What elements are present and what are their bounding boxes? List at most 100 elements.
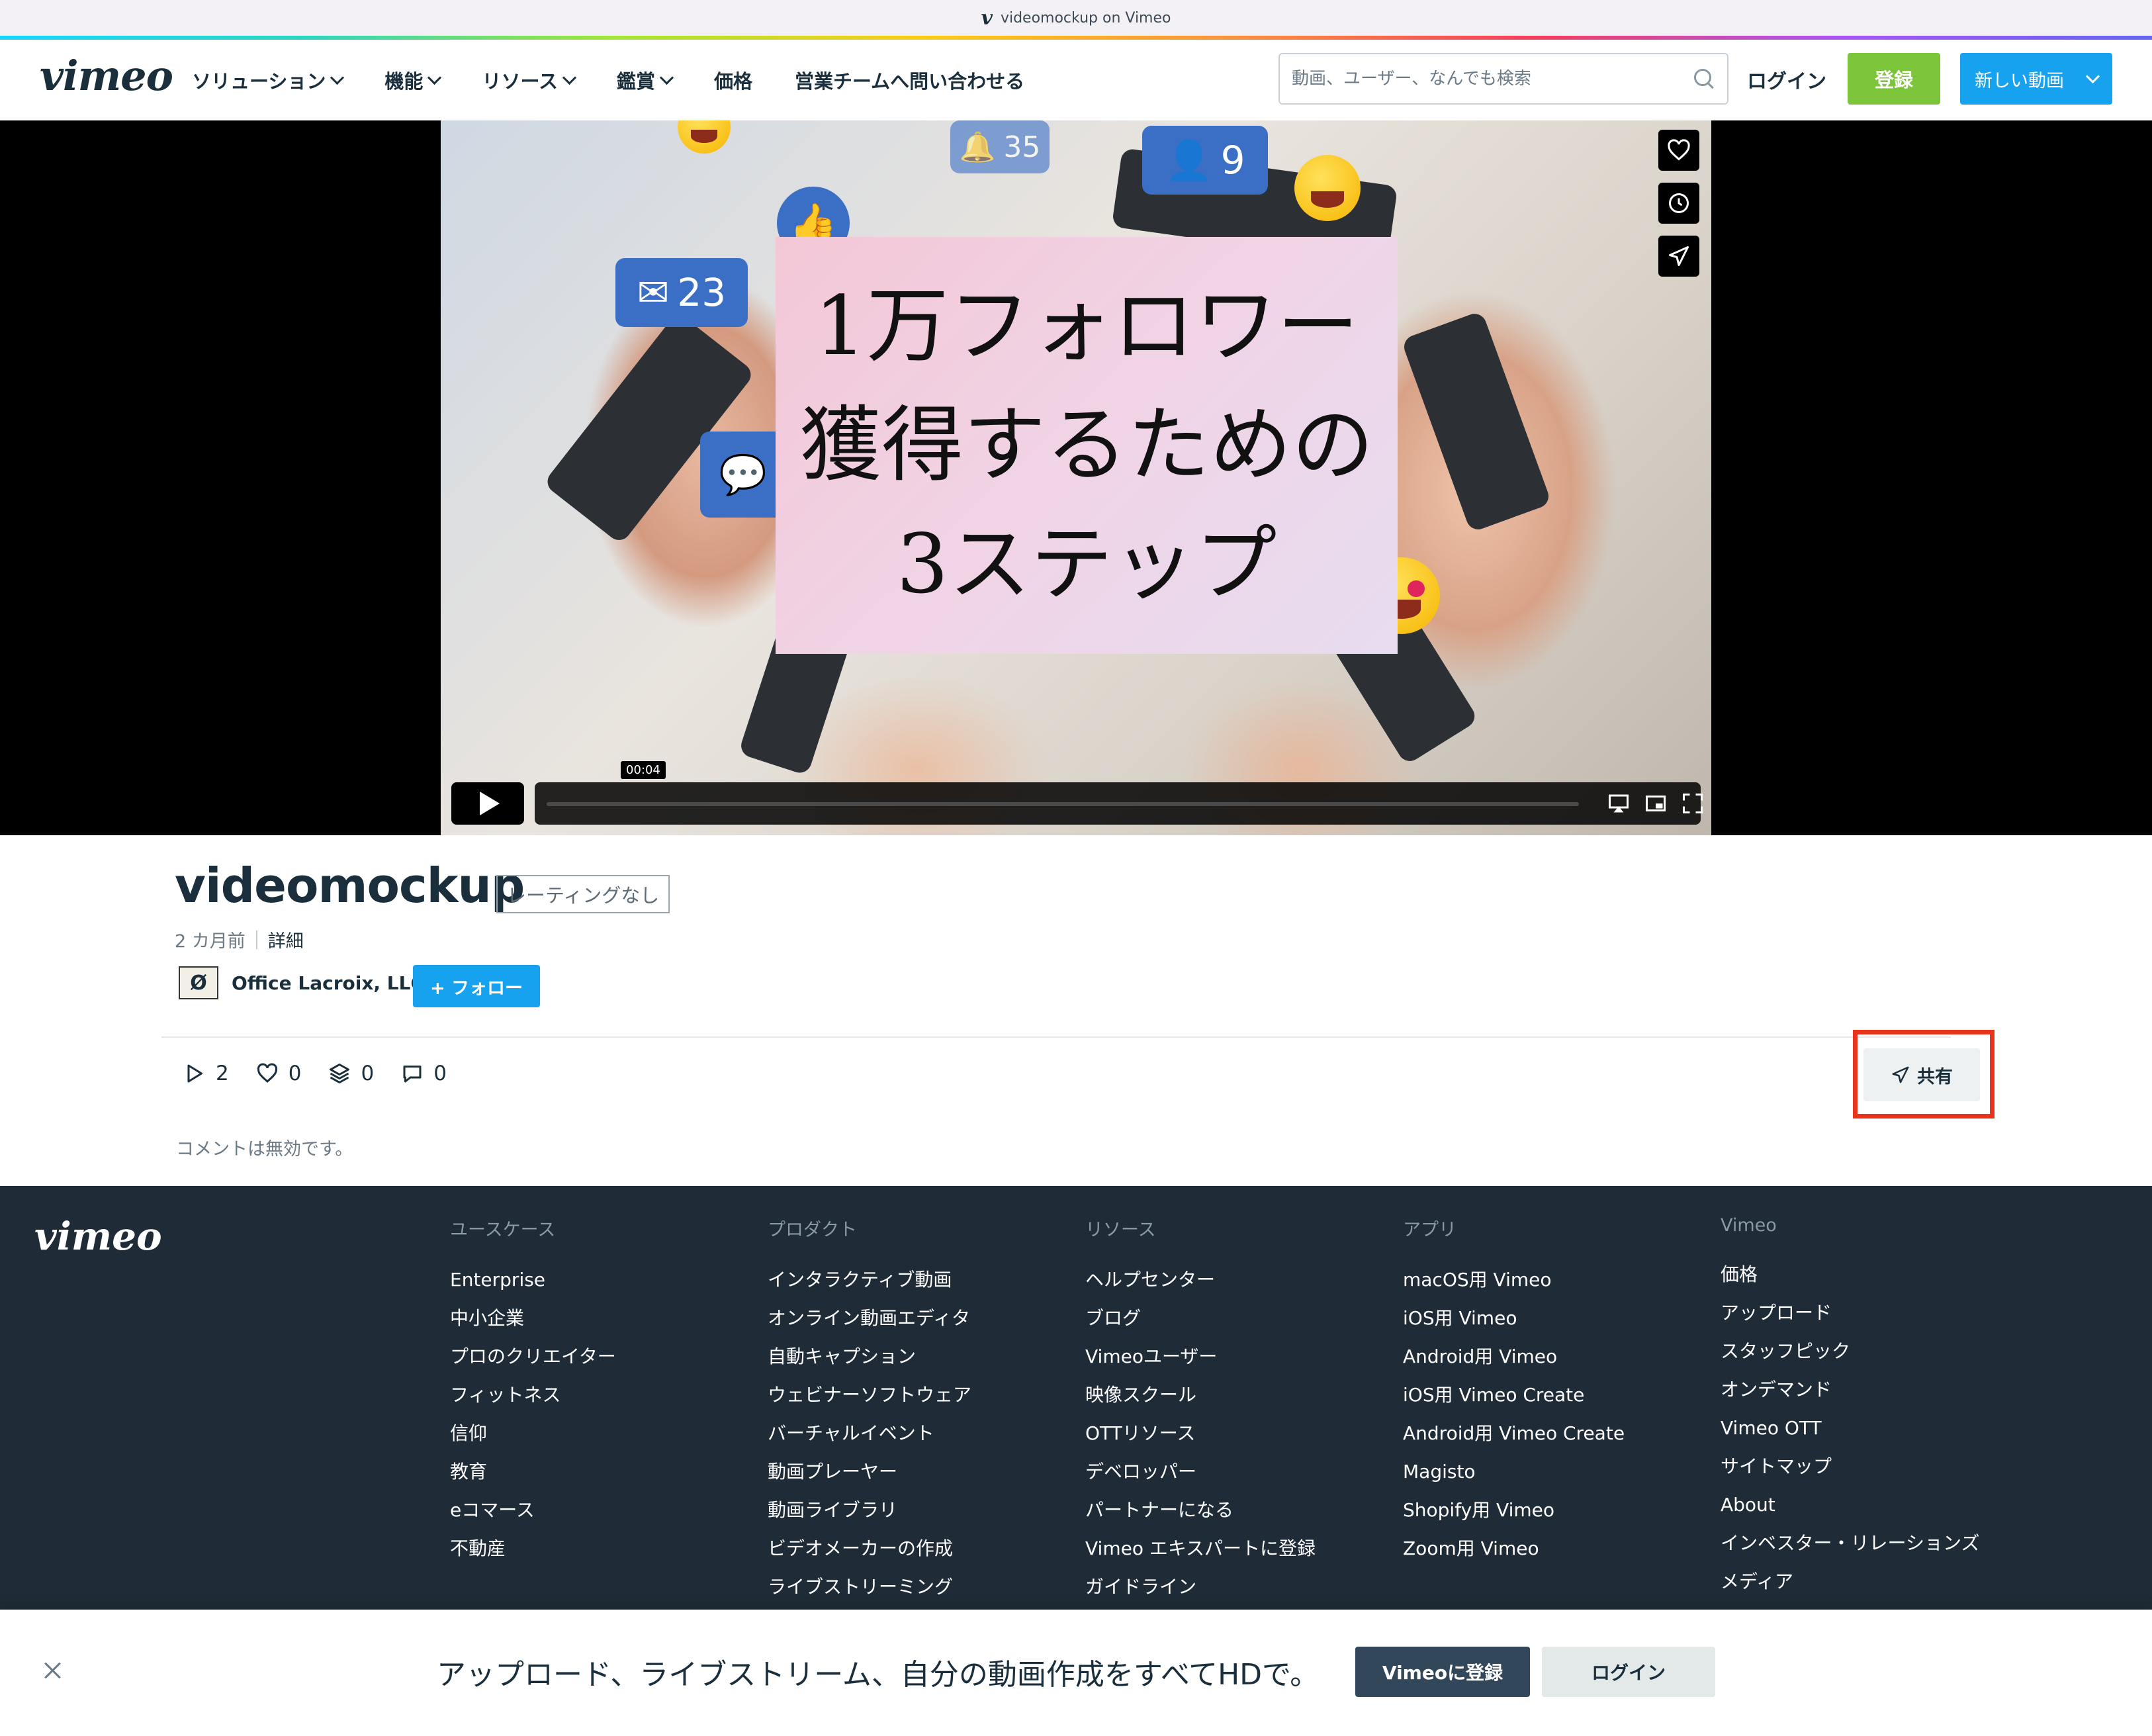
owner-info[interactable]: Ø Office Lacroix, LLC xyxy=(179,966,424,999)
footer-link[interactable]: About xyxy=(1721,1486,1979,1524)
footer-link[interactable]: Shopify用 Vimeo xyxy=(1403,1491,1625,1530)
footer-link[interactable]: Magisto xyxy=(1403,1453,1625,1491)
details-link[interactable]: 詳細 xyxy=(268,927,304,952)
footer-link[interactable]: フィットネス xyxy=(450,1376,616,1414)
overlay-line-3: 3ステップ xyxy=(896,517,1277,612)
footer-link[interactable]: Android用 Vimeo xyxy=(1403,1338,1625,1376)
close-icon[interactable] xyxy=(42,1660,64,1681)
nav-item-solutions[interactable]: ソリューション xyxy=(192,66,345,94)
login-link[interactable]: ログイン xyxy=(1747,65,1826,94)
watch-later-button[interactable] xyxy=(1658,183,1699,224)
footer-vimeo-logo[interactable]: vimeo xyxy=(34,1214,162,1259)
footer-column-heading: ユースケース xyxy=(450,1220,556,1240)
collections-count: 0 xyxy=(361,1062,375,1085)
footer-link[interactable]: 動画プレーヤー xyxy=(768,1453,971,1491)
footer-link[interactable]: オンライン動画エディタ xyxy=(768,1299,971,1338)
like-video-button[interactable] xyxy=(1658,130,1699,171)
vimeo-favicon-icon: v xyxy=(981,6,993,30)
footer-link[interactable]: インベスター・リレーションズ xyxy=(1721,1524,1979,1563)
footer-link[interactable]: ビデオメーカーの作成 xyxy=(768,1530,971,1568)
banner-register-button[interactable]: Vimeoに登録 xyxy=(1355,1647,1530,1697)
footer-column-apps: アプリ macOS用 Vimeo iOS用 Vimeo Android用 Vim… xyxy=(1403,1215,1625,1568)
footer-link[interactable]: サイトマップ xyxy=(1721,1447,1979,1486)
footer-link[interactable]: 中小企業 xyxy=(450,1299,616,1338)
footer-link[interactable]: ヘルプセンター xyxy=(1085,1261,1316,1299)
chat-icon: 💬 xyxy=(719,451,768,497)
fullscreen-icon[interactable] xyxy=(1681,792,1705,815)
footer-link[interactable]: プロのクリエイター xyxy=(450,1338,616,1376)
footer-column-vimeo: Vimeo 価格 アップロード スタッフピック オンデマンド Vimeo OTT… xyxy=(1721,1215,1979,1601)
collections-stat[interactable]: 0 xyxy=(328,1062,374,1085)
play-button[interactable] xyxy=(451,782,524,825)
footer-link[interactable]: スタッフピック xyxy=(1721,1332,1979,1371)
footer-link[interactable]: メディア xyxy=(1721,1563,1979,1601)
nav-item-contact-sales[interactable]: 営業チームへ問い合わせる xyxy=(795,66,1024,94)
nav-item-watch[interactable]: 鑑賞 xyxy=(617,66,674,94)
share-button[interactable]: 共有 xyxy=(1863,1048,1980,1101)
play-icon xyxy=(480,792,500,815)
owner-name[interactable]: Office Lacroix, LLC xyxy=(232,972,424,994)
footer-link[interactable]: ウェビナーソフトウェア xyxy=(768,1376,971,1414)
likes-stat[interactable]: 0 xyxy=(255,1062,301,1085)
mail-notification-bubble: ✉ 23 xyxy=(615,258,748,327)
banner-login-button[interactable]: ログイン xyxy=(1542,1647,1715,1697)
footer-link[interactable]: ブログ xyxy=(1085,1299,1316,1338)
avatar[interactable]: Ø xyxy=(179,966,218,999)
video-player[interactable]: ✉ 23 👤 9 🔔 35 💬 👍 1万フォロワー 獲得するための 3ステップ xyxy=(441,120,1711,835)
nav-item-resources[interactable]: リソース xyxy=(482,66,577,94)
footer-column-use-cases: ユースケース Enterprise 中小企業 プロのクリエイター フィットネス … xyxy=(450,1215,616,1568)
footer-link[interactable]: Enterprise xyxy=(450,1261,616,1299)
footer-link[interactable]: オンデマンド xyxy=(1721,1371,1979,1409)
footer-link[interactable]: Android用 Vimeo Create xyxy=(1403,1414,1625,1453)
footer-link[interactable]: パートナーになる xyxy=(1085,1491,1316,1530)
footer-link[interactable]: アップロード xyxy=(1721,1294,1979,1332)
airplay-icon[interactable] xyxy=(1607,792,1631,815)
progress-track[interactable] xyxy=(547,802,1579,806)
bell-icon: 🔔 xyxy=(959,130,996,164)
footer-link[interactable]: Vimeo OTT xyxy=(1721,1409,1979,1447)
footer-link[interactable]: OTTリソース xyxy=(1085,1414,1316,1453)
footer-link[interactable]: バーチャルイベント xyxy=(768,1414,971,1453)
phone-image xyxy=(1400,310,1552,533)
picture-in-picture-icon[interactable] xyxy=(1644,792,1668,815)
footer-link[interactable]: インタラクティブ動画 xyxy=(768,1261,971,1299)
footer-link[interactable]: Vimeoユーザー xyxy=(1085,1338,1316,1376)
footer-link[interactable]: Zoom用 Vimeo xyxy=(1403,1530,1625,1568)
footer-link[interactable]: ガイドライン xyxy=(1085,1568,1316,1606)
footer-link[interactable]: 動画ライブラリ xyxy=(768,1491,971,1530)
share-video-button[interactable] xyxy=(1658,236,1699,277)
register-button[interactable]: 登録 xyxy=(1848,53,1940,105)
footer-link[interactable]: iOS用 Vimeo Create xyxy=(1403,1376,1625,1414)
footer-link[interactable]: 信仰 xyxy=(450,1414,616,1453)
footer-column-heading: プロダクト xyxy=(768,1220,857,1240)
footer-link[interactable]: ライブストリーミング xyxy=(768,1568,971,1606)
send-icon xyxy=(1892,1066,1909,1083)
footer-link[interactable]: 自動キャプション xyxy=(768,1338,971,1376)
video-stats: 2 0 0 0 xyxy=(183,1062,447,1085)
footer-column-products: プロダクト インタラクティブ動画 オンライン動画エディタ 自動キャプション ウェ… xyxy=(768,1215,971,1606)
footer-link[interactable]: Vimeo エキスパートに登録 xyxy=(1085,1530,1316,1568)
nav-item-pricing[interactable]: 価格 xyxy=(714,66,752,94)
footer-link[interactable]: 映像スクール xyxy=(1085,1376,1316,1414)
new-video-label: 新しい動画 xyxy=(1975,70,2064,91)
play-outline-icon xyxy=(187,1064,202,1083)
followers-notification-bubble: 👤 9 xyxy=(1142,126,1268,195)
new-video-button[interactable]: 新しい動画 xyxy=(1960,53,2112,105)
nav-item-label: 営業チームへ問い合わせる xyxy=(795,70,1025,93)
search-icon[interactable] xyxy=(1694,69,1711,86)
footer-link[interactable]: iOS用 Vimeo xyxy=(1403,1299,1625,1338)
layers-icon xyxy=(330,1064,350,1083)
comments-stat[interactable]: 0 xyxy=(400,1062,447,1085)
footer-link[interactable]: 不動産 xyxy=(450,1530,616,1568)
follow-button[interactable]: + フォロー xyxy=(413,965,540,1007)
footer-link[interactable]: デベロッパー xyxy=(1085,1453,1316,1491)
vimeo-logo[interactable]: vimeo xyxy=(40,52,173,100)
footer-link[interactable]: 教育 xyxy=(450,1453,616,1491)
nav-item-features[interactable]: 機能 xyxy=(384,66,442,94)
footer-link[interactable]: macOS用 Vimeo xyxy=(1403,1261,1625,1299)
meta-separator xyxy=(255,930,257,949)
search-input[interactable] xyxy=(1280,54,1674,103)
footer-link[interactable]: eコマース xyxy=(450,1491,616,1530)
player-controls: 00:04 xyxy=(451,761,1703,825)
footer-link[interactable]: 価格 xyxy=(1721,1256,1979,1294)
